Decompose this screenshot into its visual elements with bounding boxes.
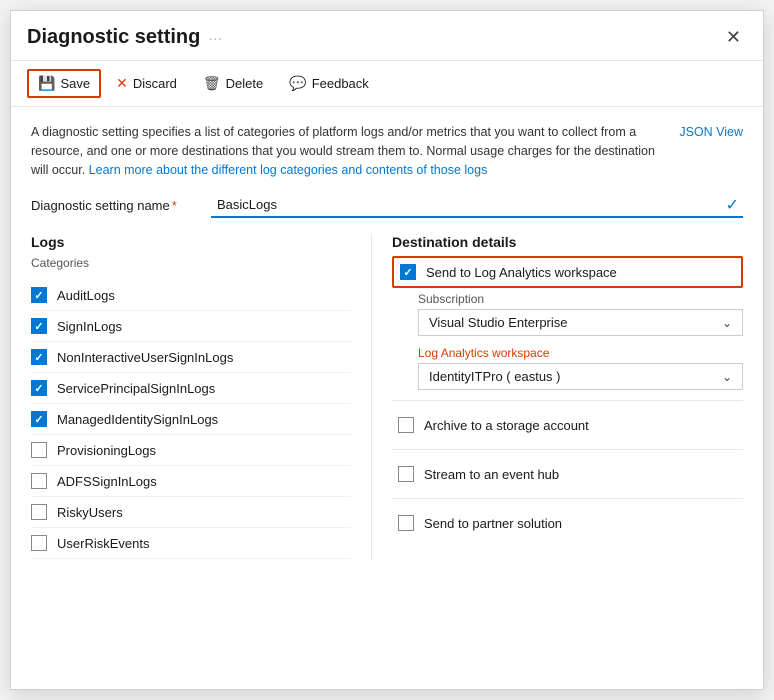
riskyusers-label: RiskyUsers — [57, 505, 123, 520]
signinlogs-checkbox[interactable] — [31, 318, 47, 334]
storage-account-checkbox[interactable] — [398, 417, 414, 433]
log-item: SignInLogs — [31, 311, 351, 342]
storage-account-option: Archive to a storage account — [392, 409, 743, 441]
close-button[interactable]: ✕ — [720, 25, 747, 50]
setting-name-input-wrapper: ✓ — [211, 193, 743, 218]
partner-solution-checkbox[interactable] — [398, 515, 414, 531]
destination-section: Destination details Send to Log Analytic… — [371, 234, 743, 559]
setting-name-label: Diagnostic setting name* — [31, 198, 211, 213]
dialog-title: Diagnostic setting — [27, 26, 200, 49]
riskyusers-checkbox[interactable] — [31, 504, 47, 520]
input-check-icon: ✓ — [726, 195, 743, 215]
divider1 — [392, 400, 743, 401]
dialog-header: Diagnostic setting ··· ✕ — [11, 11, 763, 61]
event-hub-checkbox[interactable] — [398, 466, 414, 482]
log-item: RiskyUsers — [31, 497, 351, 528]
noninteractive-label: NonInteractiveUserSignInLogs — [57, 350, 233, 365]
save-label: Save — [60, 76, 90, 91]
log-analytics-checkbox[interactable] — [400, 264, 416, 280]
feedback-button[interactable]: 💬 Feedback — [278, 69, 380, 98]
divider2 — [392, 449, 743, 450]
auditlogs-checkbox[interactable] — [31, 287, 47, 303]
serviceprincipal-checkbox[interactable] — [31, 380, 47, 396]
discard-button[interactable]: ✕ Discard — [105, 69, 188, 98]
setting-name-row: Diagnostic setting name* ✓ — [31, 193, 743, 218]
managedidentity-label: ManagedIdentitySignInLogs — [57, 412, 218, 427]
log-analytics-workspace-label: Log Analytics workspace — [418, 346, 743, 360]
subscription-label: Subscription — [418, 292, 743, 306]
partner-solution-label: Send to partner solution — [424, 516, 562, 531]
divider3 — [392, 498, 743, 499]
diagnostic-setting-dialog: Diagnostic setting ··· ✕ 💾 Save ✕ Discar… — [10, 10, 764, 690]
delete-label: Delete — [226, 76, 264, 91]
save-button[interactable]: 💾 Save — [27, 69, 101, 98]
workspace-dropdown-arrow: ⌄ — [722, 370, 732, 384]
dialog-title-dots: ··· — [208, 30, 222, 46]
subscription-dropdown-arrow: ⌄ — [722, 316, 732, 330]
save-icon: 💾 — [38, 75, 55, 92]
discard-icon: ✕ — [116, 75, 128, 92]
setting-name-input[interactable] — [211, 193, 726, 216]
log-item: ManagedIdentitySignInLogs — [31, 404, 351, 435]
log-analytics-option: Send to Log Analytics workspace — [392, 256, 743, 288]
log-analytics-subfields: Subscription Visual Studio Enterprise ⌄ … — [418, 292, 743, 390]
json-view-link[interactable]: JSON View — [679, 123, 743, 142]
delete-button[interactable]: 🗑 Delete — [192, 69, 274, 98]
delete-icon: 🗑 — [203, 75, 221, 92]
event-hub-label: Stream to an event hub — [424, 467, 559, 482]
destination-section-title: Destination details — [392, 234, 743, 250]
toolbar: 💾 Save ✕ Discard 🗑 Delete 💬 Feedback — [11, 61, 763, 107]
logs-section: Logs Categories AuditLogs SignInLogs Non… — [31, 234, 371, 559]
log-analytics-label: Send to Log Analytics workspace — [426, 265, 617, 280]
log-analytics-workspace-dropdown[interactable]: IdentityITPro ( eastus ) ⌄ — [418, 363, 743, 390]
log-item: UserRiskEvents — [31, 528, 351, 559]
log-item: ADFSSignInLogs — [31, 466, 351, 497]
main-layout: Logs Categories AuditLogs SignInLogs Non… — [31, 234, 743, 559]
signinlogs-label: SignInLogs — [57, 319, 122, 334]
provisioning-label: ProvisioningLogs — [57, 443, 156, 458]
userriskevents-label: UserRiskEvents — [57, 536, 149, 551]
dialog-content: A diagnostic setting specifies a list of… — [11, 107, 763, 575]
subscription-value: Visual Studio Enterprise — [429, 315, 568, 330]
logs-section-title: Logs — [31, 234, 351, 250]
serviceprincipal-label: ServicePrincipalSignInLogs — [57, 381, 215, 396]
log-item: ServicePrincipalSignInLogs — [31, 373, 351, 404]
description-text: A diagnostic setting specifies a list of… — [31, 123, 663, 179]
learn-more-link[interactable]: Learn more about the different log categ… — [89, 163, 488, 177]
userriskevents-checkbox[interactable] — [31, 535, 47, 551]
adfs-label: ADFSSignInLogs — [57, 474, 157, 489]
logs-categories-subtitle: Categories — [31, 256, 351, 270]
storage-account-label: Archive to a storage account — [424, 418, 589, 433]
log-analytics-workspace-value: IdentityITPro ( eastus ) — [429, 369, 561, 384]
log-item: NonInteractiveUserSignInLogs — [31, 342, 351, 373]
log-item: ProvisioningLogs — [31, 435, 351, 466]
partner-solution-option: Send to partner solution — [392, 507, 743, 539]
managedidentity-checkbox[interactable] — [31, 411, 47, 427]
discard-label: Discard — [133, 76, 177, 91]
feedback-icon: 💬 — [289, 75, 306, 92]
description-area: A diagnostic setting specifies a list of… — [31, 123, 743, 179]
provisioning-checkbox[interactable] — [31, 442, 47, 458]
auditlogs-label: AuditLogs — [57, 288, 115, 303]
subscription-dropdown[interactable]: Visual Studio Enterprise ⌄ — [418, 309, 743, 336]
event-hub-option: Stream to an event hub — [392, 458, 743, 490]
feedback-label: Feedback — [312, 76, 369, 91]
noninteractive-checkbox[interactable] — [31, 349, 47, 365]
log-item: AuditLogs — [31, 280, 351, 311]
adfs-checkbox[interactable] — [31, 473, 47, 489]
